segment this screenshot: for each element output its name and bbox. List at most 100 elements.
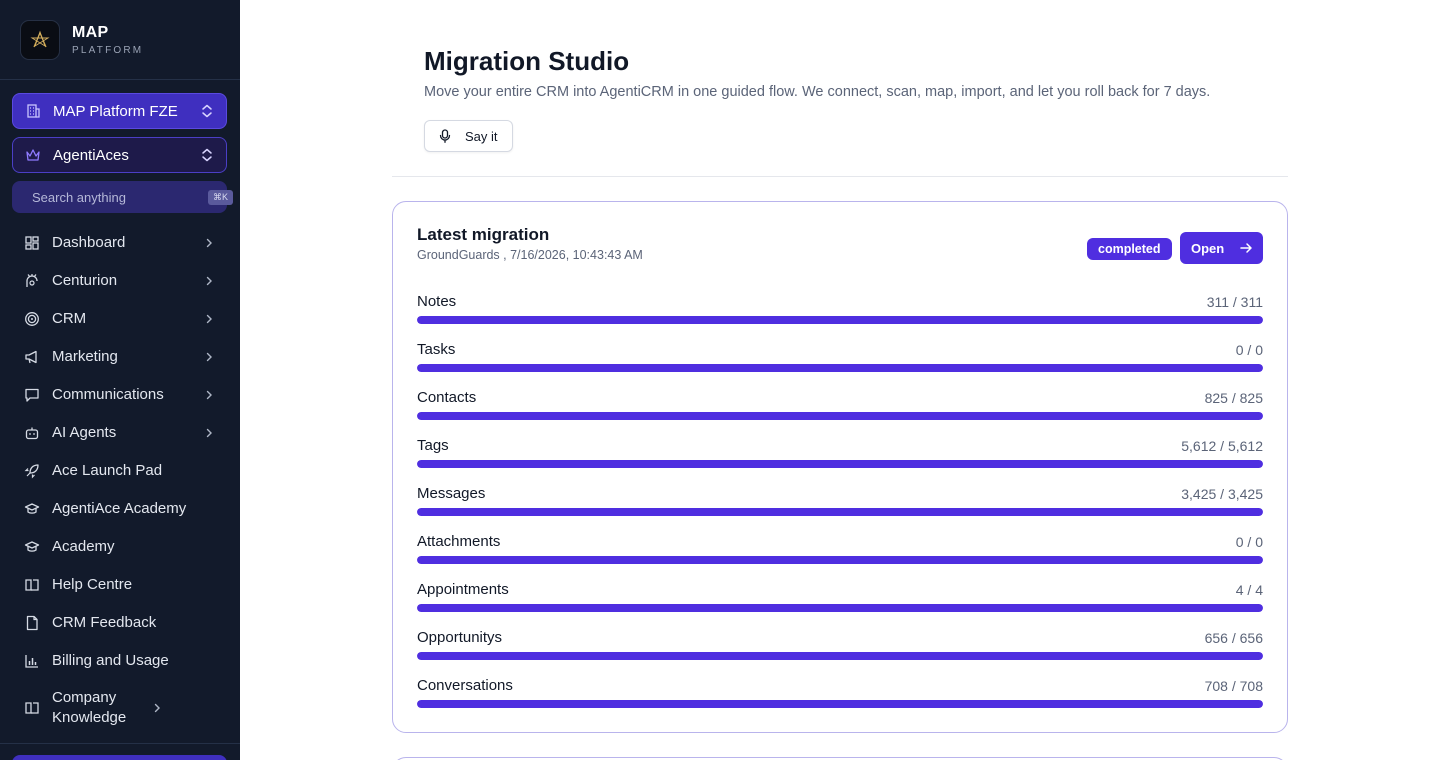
progress-row-messages: Messages 3,425 / 3,425 <box>417 485 1263 533</box>
sidebar-item-crm-feedback[interactable]: CRM Feedback <box>0 604 240 642</box>
graduation-cap-icon <box>24 539 40 555</box>
chevron-right-icon <box>206 390 212 400</box>
sidebar-item-marketing[interactable]: Marketing <box>0 338 240 376</box>
open-migration-button[interactable]: Open <box>1180 232 1263 264</box>
row-count: 3,425 / 3,425 <box>1181 486 1263 502</box>
progress-fill <box>417 700 1263 708</box>
progress-row-opportunitys: Opportunitys 656 / 656 <box>417 629 1263 677</box>
progress-row-notes: Notes 311 / 311 <box>417 293 1263 341</box>
sidebar-bottom-action[interactable] <box>12 755 227 760</box>
search-box[interactable]: ⌘K <box>12 181 234 213</box>
book-open-icon <box>24 577 40 593</box>
sidebar-item-academy[interactable]: Academy <box>0 528 240 566</box>
sidebar-item-centurion[interactable]: Centurion <box>0 262 240 300</box>
progress-track <box>417 460 1263 468</box>
chevron-right-icon <box>206 352 212 362</box>
search-shortcut-badge: ⌘K <box>208 189 234 205</box>
rocket-icon <box>24 463 40 479</box>
page-subtitle: Move your entire CRM into AgentiCRM in o… <box>424 84 1211 100</box>
logo-star-icon <box>30 30 50 47</box>
sidebar-item-help-centre[interactable]: Help Centre <box>0 566 240 604</box>
progress-fill <box>417 460 1263 468</box>
say-it-label: Say it <box>465 128 498 144</box>
progress-row-tasks: Tasks 0 / 0 <box>417 341 1263 389</box>
brand-subtitle: PLATFORM <box>72 44 144 56</box>
sidebar-item-label: Ace Launch Pad <box>52 462 163 479</box>
progress-fill <box>417 604 1263 612</box>
organization-selector[interactable]: MAP Platform FZE <box>12 93 227 129</box>
progress-row-conversations: Conversations 708 / 708 <box>417 677 1263 725</box>
centurion-icon <box>24 273 40 289</box>
sidebar-divider <box>0 743 240 744</box>
progress-track <box>417 652 1263 660</box>
progress-track <box>417 508 1263 516</box>
row-count: 4 / 4 <box>1235 582 1263 598</box>
progress-fill <box>417 316 1263 324</box>
progress-fill <box>417 364 1263 372</box>
sidebar-item-label: Marketing <box>52 348 118 365</box>
workspace-name: AgentiAces <box>53 146 129 164</box>
sidebar-item-company-knowledge[interactable]: Company Knowledge <box>0 684 240 732</box>
sidebar-item-dashboard[interactable]: Dashboard <box>0 224 240 262</box>
row-count: 5,612 / 5,612 <box>1181 438 1263 454</box>
row-count: 311 / 311 <box>1206 294 1263 310</box>
workspace-selector[interactable]: AgentiAces <box>12 137 227 173</box>
sidebar-item-label: CRM <box>52 310 87 327</box>
progress-fill <box>417 508 1263 516</box>
row-count: 0 / 0 <box>1235 342 1263 358</box>
arrow-right-icon <box>1240 243 1252 253</box>
microphone-icon <box>439 129 451 143</box>
say-it-button[interactable]: Say it <box>424 120 513 152</box>
row-label: Opportunitys <box>417 629 503 646</box>
progress-track <box>417 412 1263 420</box>
row-count: 0 / 0 <box>1235 534 1263 550</box>
row-label: Attachments <box>417 533 501 550</box>
dashboard-grid-icon <box>24 235 40 251</box>
sidebar-item-label: AgentiAce Academy <box>52 500 187 517</box>
row-label: Tags <box>417 437 449 454</box>
progress-track <box>417 700 1263 708</box>
row-count: 708 / 708 <box>1204 678 1263 694</box>
sidebar-item-label: Communications <box>52 386 164 403</box>
sidebar-item-billing-and-usage[interactable]: Billing and Usage <box>0 642 240 680</box>
sidebar-item-ace-launch-pad[interactable]: Ace Launch Pad <box>0 452 240 490</box>
progress-track <box>417 604 1263 612</box>
progress-track <box>417 316 1263 324</box>
sidebar-item-label: AI Agents <box>52 424 117 441</box>
file-icon <box>24 615 40 631</box>
row-label: Tasks <box>417 341 456 358</box>
sidebar-item-ai-agents[interactable]: AI Agents <box>0 414 240 452</box>
progress-row-appointments: Appointments 4 / 4 <box>417 581 1263 629</box>
sidebar-item-label: Billing and Usage <box>52 652 169 669</box>
progress-fill <box>417 556 1263 564</box>
sidebar-item-agentiace-academy[interactable]: AgentiAce Academy <box>0 490 240 528</box>
app-logo[interactable] <box>20 19 60 60</box>
migration-card-meta: GroundGuards , 7/16/2026, 10:43:43 AM <box>417 248 643 262</box>
chevron-up-down-icon <box>202 104 212 118</box>
chevron-right-icon <box>206 314 212 324</box>
building-icon <box>25 102 43 120</box>
progress-fill <box>417 652 1263 660</box>
chat-bubble-icon <box>24 387 40 403</box>
page-title: Migration Studio <box>424 46 630 76</box>
progress-row-contacts: Contacts 825 / 825 <box>417 389 1263 437</box>
sidebar-item-label: CRM Feedback <box>52 614 157 631</box>
sidebar-item-label: Academy <box>52 538 115 555</box>
graduation-cap-icon <box>24 501 40 517</box>
row-label: Messages <box>417 485 486 502</box>
organization-name: MAP Platform FZE <box>53 102 178 120</box>
progress-fill <box>417 412 1263 420</box>
progress-row-attachments: Attachments 0 / 0 <box>417 533 1263 581</box>
book-open-icon <box>24 700 40 716</box>
latest-migration-card: Latest migration GroundGuards , 7/16/202… <box>392 201 1288 733</box>
row-label: Appointments <box>417 581 509 598</box>
search-input[interactable] <box>32 189 208 205</box>
sidebar-item-crm[interactable]: CRM <box>0 300 240 338</box>
megaphone-icon <box>24 349 40 365</box>
main-content: Migration Studio Move your entire CRM in… <box>240 0 1440 760</box>
sidebar-item-label: Company Knowledge <box>52 689 127 726</box>
sidebar-item-communications[interactable]: Communications <box>0 376 240 414</box>
status-badge: completed <box>1087 238 1172 260</box>
migration-progress-list: Notes 311 / 311 Tasks 0 / 0 Contacts 825… <box>417 293 1263 725</box>
chevron-right-icon <box>206 428 212 438</box>
